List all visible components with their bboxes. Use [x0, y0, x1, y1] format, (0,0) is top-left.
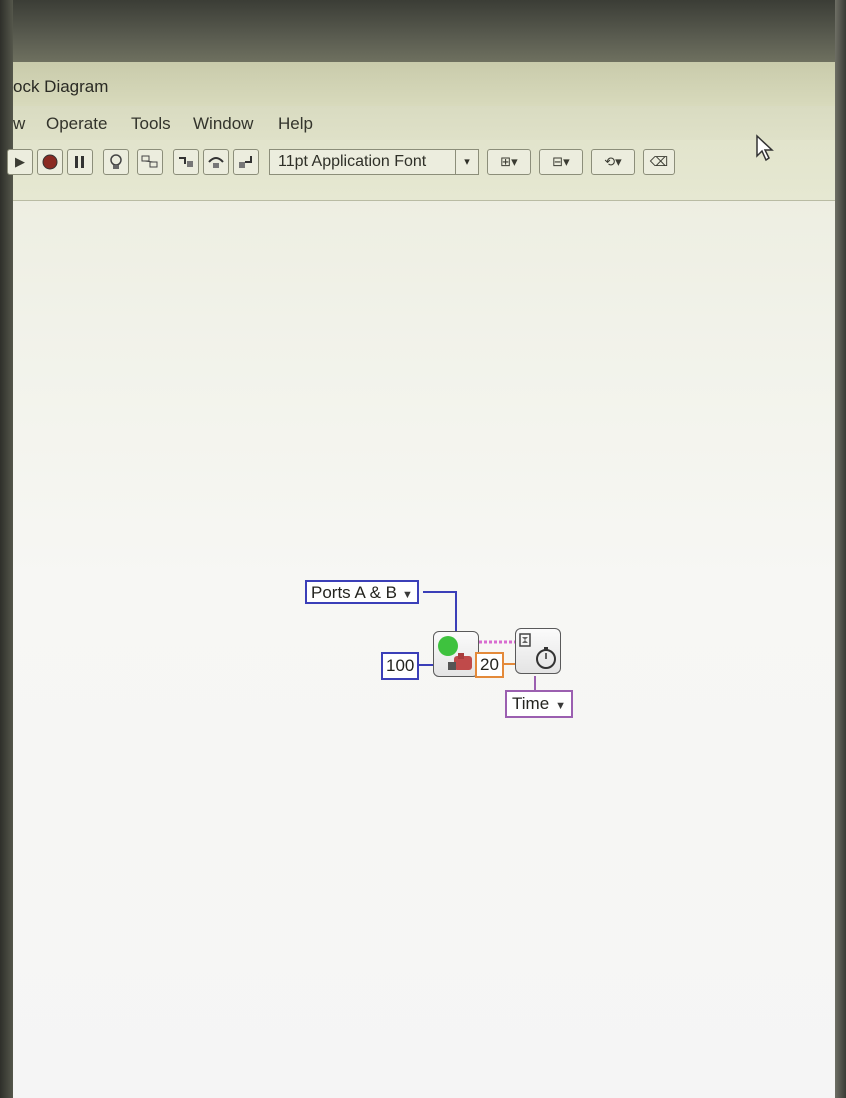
speed-constant-value: 100 — [386, 656, 415, 675]
reorder-button[interactable]: ⟲▾ — [591, 149, 635, 175]
monitor-bezel-top — [0, 0, 846, 62]
menu-operate[interactable]: Operate — [46, 114, 107, 134]
menu-help[interactable]: Help — [278, 114, 313, 134]
chevron-down-icon: ▼ — [555, 700, 567, 712]
abort-icon — [42, 154, 58, 170]
align-objects-button[interactable]: ⊞▾ — [487, 149, 531, 175]
monitor-bezel-right — [835, 0, 846, 1098]
align-objects-icon: ⊞▾ — [500, 154, 518, 169]
retain-wire-icon — [141, 155, 158, 168]
speed-constant[interactable]: 100 — [381, 652, 420, 680]
menu-bar: w Operate Tools Window Help — [13, 106, 835, 140]
wait-mode-label: Time — [512, 694, 550, 713]
menu-window[interactable]: Window — [193, 114, 253, 134]
retain-wire-values-button[interactable] — [137, 149, 163, 175]
diagram-canvas[interactable]: Ports A & B ▼ 100 20 Time ▼ — [13, 201, 835, 1098]
font-ring-label: 11pt Application Font — [278, 153, 427, 170]
step-into-button[interactable] — [173, 149, 199, 175]
toolbar: ▶ 11pt Application Font ▾ ⊞▾ ⊟▾ ⟲▾ ⌫ — [7, 140, 835, 201]
reorder-icon: ⟲▾ — [604, 154, 622, 169]
step-over-icon — [208, 157, 224, 168]
wait-mode-ring[interactable]: Time ▼ — [505, 690, 574, 718]
step-out-icon — [239, 156, 252, 168]
ports-ring-label: Ports A & B — [311, 583, 397, 602]
chevron-down-icon: ▾ — [455, 150, 478, 174]
mouse-pointer-icon — [756, 134, 774, 162]
cleanup-diagram-icon: ⌫ — [649, 154, 669, 169]
wait-block[interactable] — [515, 628, 561, 674]
motor-block[interactable] — [433, 631, 479, 677]
degrees-constant[interactable]: 20 — [475, 652, 504, 678]
chevron-down-icon: ▼ — [402, 589, 413, 601]
step-out-button[interactable] — [233, 149, 259, 175]
wait-timer-icon — [519, 633, 556, 669]
title-bar: ock Diagram — [13, 62, 835, 106]
distribute-objects-button[interactable]: ⊟▾ — [539, 149, 583, 175]
step-over-button[interactable] — [203, 149, 229, 175]
pause-button[interactable] — [67, 149, 93, 175]
abort-button[interactable] — [37, 149, 63, 175]
run-arrow-icon: ▶ — [15, 154, 25, 169]
step-into-icon — [179, 157, 193, 167]
highlight-execution-button[interactable] — [103, 149, 129, 175]
ports-ring-constant[interactable]: Ports A & B ▼ — [305, 580, 419, 604]
pause-icon — [75, 156, 84, 168]
wires-layer — [419, 591, 536, 690]
motor-block-icon — [438, 636, 472, 670]
run-button[interactable]: ▶ — [7, 149, 33, 175]
degrees-constant-value: 20 — [480, 655, 499, 674]
cleanup-diagram-button[interactable]: ⌫ — [643, 149, 675, 175]
text-settings-ring[interactable]: 11pt Application Font ▾ — [269, 149, 479, 175]
lightbulb-icon — [110, 154, 122, 169]
block-diagram-window: ock Diagram w Operate Tools Window Help … — [7, 62, 835, 1098]
ports-wire — [423, 591, 457, 631]
menu-view[interactable]: w — [13, 114, 25, 134]
window-title: ock Diagram — [13, 77, 109, 96]
distribute-objects-icon: ⊟▾ — [552, 154, 570, 169]
menu-tools[interactable]: Tools — [131, 114, 171, 134]
